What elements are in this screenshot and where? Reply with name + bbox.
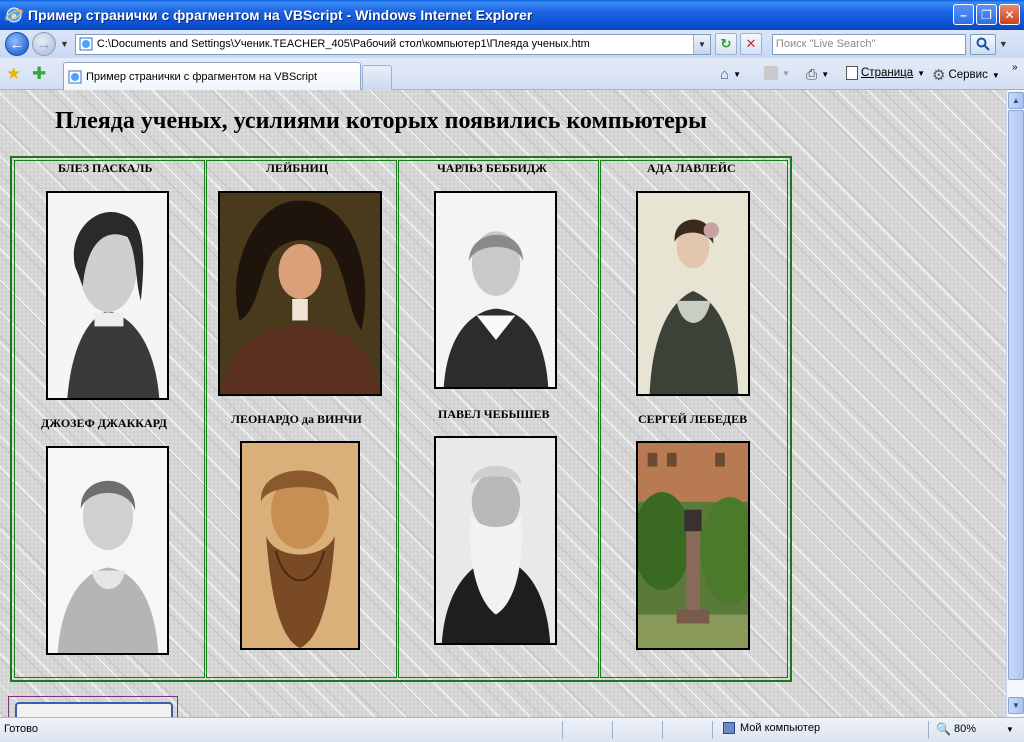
page-heading: Плеяда ученых, усилиями которых появилис… <box>55 108 707 134</box>
status-separator <box>712 721 713 739</box>
refresh-icon: ↻ <box>720 36 732 51</box>
status-separator <box>928 721 929 739</box>
scientist-name: ЛЕОНАРДО да ВИНЧИ <box>231 412 362 426</box>
close-button[interactable]: ✕ <box>999 4 1020 25</box>
refresh-button[interactable]: ↻ <box>714 33 737 55</box>
scientist-name: АДА ЛАВЛЕЙС <box>647 161 736 175</box>
page-icon <box>79 37 93 51</box>
security-zone[interactable]: Мой компьютер <box>723 722 820 734</box>
portrait-chebyshev <box>434 436 557 645</box>
scientist-name: БЛЕЗ ПАСКАЛЬ <box>58 161 153 175</box>
address-url[interactable]: C:\Documents and Settings\Ученик.TEACHER… <box>97 38 590 50</box>
search-input[interactable]: Поиск "Live Search" <box>771 33 966 55</box>
portrait-color-icon <box>220 193 380 394</box>
portrait-jacquard <box>46 446 169 655</box>
search-options-dropdown[interactable]: ▼ <box>999 39 1008 49</box>
tools-menu-label: Сервис <box>948 69 988 81</box>
scientist-name: ПАВЕЛ ЧЕБЫШЕВ <box>438 407 550 421</box>
status-separator <box>562 721 563 739</box>
rss-feed-icon <box>764 66 778 80</box>
recent-pages-dropdown[interactable]: ▼ <box>60 39 69 49</box>
security-zone-label: Мой компьютер <box>740 722 821 734</box>
add-favorites-icon[interactable]: ✚ <box>32 64 46 84</box>
portrait-babbage <box>434 191 557 389</box>
tools-menu[interactable]: ⚙ Сервис ▼ <box>932 66 1000 84</box>
scientist-name: ЛЕЙБНИЦ <box>266 161 329 175</box>
stop-icon: ✕ <box>745 36 757 51</box>
forward-button[interactable]: → <box>32 32 56 56</box>
print-button[interactable]: ⎙ ▼ <box>806 66 829 83</box>
photo-lebedev-monument <box>636 441 750 650</box>
search-icon <box>976 37 990 51</box>
home-button[interactable]: ⌂ ▼ <box>720 66 741 83</box>
portrait-bw-icon <box>436 438 555 643</box>
monument-photo-icon <box>638 443 748 648</box>
portrait-bw-icon <box>48 193 167 398</box>
arrow-right-icon: → <box>36 35 52 53</box>
address-dropdown-button[interactable]: ▼ <box>692 34 710 54</box>
address-bar[interactable]: C:\Documents and Settings\Ученик.TEACHER… <box>74 33 711 55</box>
ie-logo-icon: e <box>5 7 23 23</box>
portrait-bw-icon <box>48 448 167 653</box>
maximize-button[interactable]: ❐ <box>976 4 997 25</box>
navigation-bar: ← → ▼ C:\Documents and Settings\Ученик.T… <box>0 30 1024 58</box>
vertical-scrollbar[interactable]: ▲ ▼ <box>1006 90 1024 717</box>
scroll-thumb[interactable] <box>1008 110 1024 680</box>
page-menu[interactable]: Страница ▼ <box>846 66 925 80</box>
search-button[interactable] <box>969 33 996 55</box>
zoom-control[interactable]: 🔍 80% ▼ <box>936 722 1014 736</box>
zoom-dropdown-icon: ▼ <box>1005 724 1014 734</box>
portrait-leibniz <box>218 191 382 396</box>
page-content: Плеяда ученых, усилиями которых появилис… <box>0 90 1006 717</box>
arrow-left-icon: ← <box>9 35 25 53</box>
status-bar: Готово Мой компьютер 🔍 80% ▼ <box>0 717 1024 742</box>
tab-active[interactable]: Пример странички с фрагментом на VBScrip… <box>63 62 361 90</box>
portrait-da-vinci <box>240 441 360 650</box>
portrait-pascal <box>46 191 169 400</box>
favorites-star-icon[interactable]: ★ <box>6 64 21 84</box>
scientist-name: СЕРГЕЙ ЛЕБЕДЕВ <box>638 412 748 426</box>
portrait-color-icon <box>638 193 748 394</box>
back-button[interactable]: ← <box>5 32 29 56</box>
tab-label: Пример странички с фрагментом на VBScrip… <box>86 70 318 83</box>
toolbar-chevron-icon[interactable]: » <box>1012 62 1018 73</box>
window-title-bar: e Пример странички с фрагментом на VBScr… <box>0 0 1024 30</box>
scientist-name: ДЖОЗЕФ ДЖАККАРД <box>41 416 167 430</box>
vbscript-fragment-box <box>8 696 178 717</box>
home-icon: ⌂ <box>720 66 730 83</box>
page-icon <box>68 70 82 83</box>
vbscript-button[interactable] <box>15 702 173 717</box>
status-separator <box>662 721 663 739</box>
scientist-name: ЧАРЛЬЗ БЕББИДЖ <box>437 161 548 175</box>
window-title: Пример странички с фрагментом на VBScrip… <box>28 7 533 23</box>
zoom-icon: 🔍 <box>936 722 951 736</box>
tab-bar: ★ ✚ Пример странички с фрагментом на VBS… <box>0 58 1024 90</box>
zoom-level: 80% <box>953 723 976 735</box>
status-text: Готово <box>4 723 38 735</box>
scroll-up-button[interactable]: ▲ <box>1008 92 1024 109</box>
scroll-down-button[interactable]: ▼ <box>1008 697 1024 714</box>
stop-button[interactable]: ✕ <box>739 33 762 55</box>
computer-icon <box>723 722 735 734</box>
feeds-button[interactable]: ▼ <box>764 66 790 80</box>
gear-icon: ⚙ <box>932 67 946 84</box>
portrait-sepia-icon <box>242 443 358 648</box>
status-separator <box>612 721 613 739</box>
minimize-button[interactable]: – <box>953 4 974 25</box>
new-tab-button[interactable] <box>362 65 392 90</box>
portrait-bw-icon <box>436 193 555 387</box>
printer-icon: ⎙ <box>806 66 818 82</box>
portrait-lovelace <box>636 191 750 396</box>
page-menu-label: Страница <box>861 67 914 79</box>
page-menu-icon <box>846 66 858 80</box>
